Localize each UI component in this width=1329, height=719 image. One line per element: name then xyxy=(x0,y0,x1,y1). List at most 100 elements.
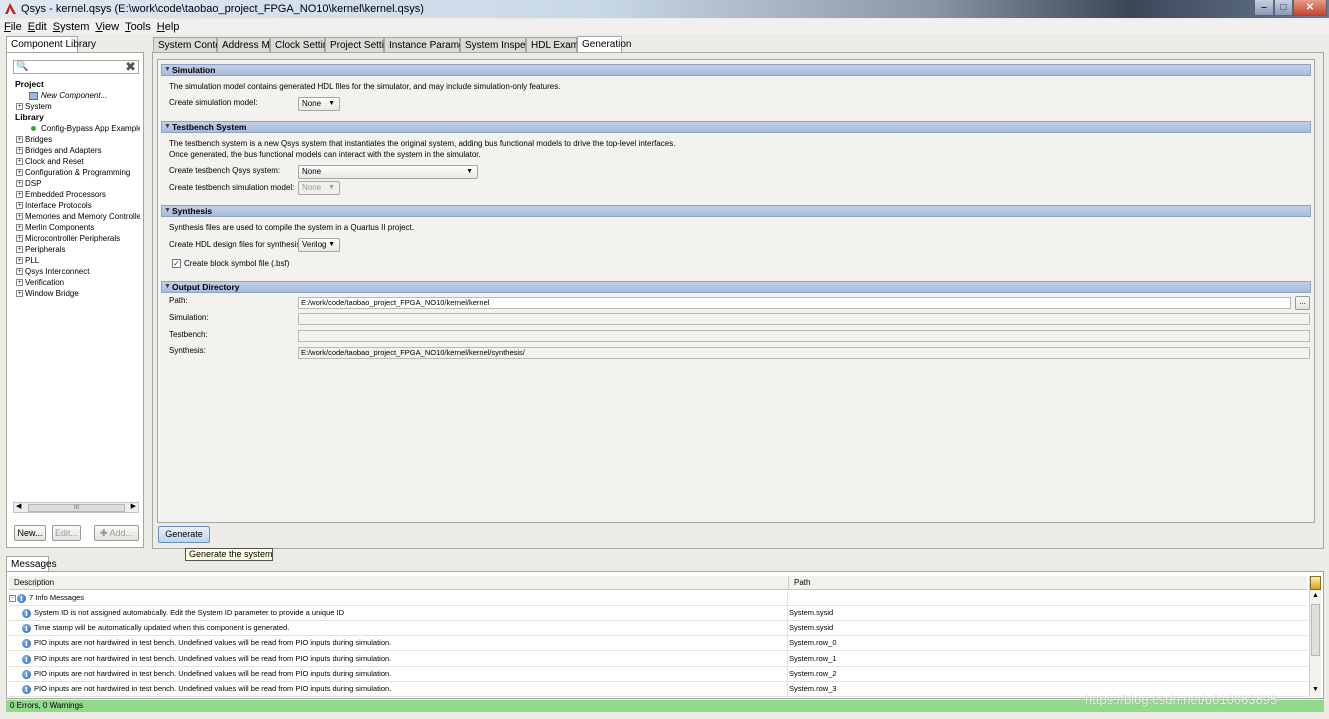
expand-icon[interactable]: + xyxy=(16,257,23,265)
add-icon: ✚ xyxy=(99,528,108,538)
tab-address-map[interactable]: Address Map xyxy=(217,37,281,53)
tree-item-window-bridge[interactable]: + Window Bridge xyxy=(16,288,79,299)
expand-icon[interactable]: + xyxy=(16,147,23,155)
scroll-up-icon[interactable]: ▲ xyxy=(1312,592,1319,599)
expand-icon[interactable]: + xyxy=(16,246,23,254)
scroll-right-icon[interactable]: ▶ xyxy=(131,502,136,510)
path-input[interactable]: E:/work/code/taobao_project_FPGA_NO10/ke… xyxy=(298,297,1291,309)
tab-instance-parameters[interactable]: Instance Parameters xyxy=(384,37,481,53)
minimize-button[interactable]: – xyxy=(1254,0,1274,16)
message-row[interactable]: i PIO inputs are not hardwired in test b… xyxy=(9,652,1307,667)
synthesis-hdl-select[interactable]: Verilog ▼ xyxy=(298,238,340,252)
section-simulation[interactable]: ▼ Simulation xyxy=(161,64,1311,76)
section-testbench-system[interactable]: ▼ Testbench System xyxy=(161,121,1311,133)
tree-item-peripherals[interactable]: + Peripherals xyxy=(16,244,65,255)
library-horizontal-scrollbar[interactable]: ◀ III ▶ xyxy=(13,502,139,513)
scroll-down-icon[interactable]: ▼ xyxy=(1312,686,1319,693)
tab-system-contents[interactable]: System Contents xyxy=(153,37,234,53)
message-row[interactable]: i PIO inputs are not hardwired in test b… xyxy=(9,667,1307,682)
tree-item-new-component[interactable]: New Component... xyxy=(29,90,107,101)
clear-search-icon[interactable]: ✖ xyxy=(125,59,136,75)
column-divider[interactable] xyxy=(788,576,789,590)
expand-icon[interactable]: + xyxy=(16,224,23,232)
tree-item-dsp[interactable]: + DSP xyxy=(16,178,41,189)
tree-item-interface-protocols[interactable]: + Interface Protocols xyxy=(16,200,92,211)
testbench-sim-model-label: Create testbench simulation model: xyxy=(169,183,295,192)
testbench-qsys-select[interactable]: None ▼ xyxy=(298,165,478,179)
library-search[interactable]: 🔍 ✖ xyxy=(13,59,139,75)
tree-item-configuration[interactable]: + Configuration & Programming xyxy=(16,167,130,178)
message-row[interactable]: i PIO inputs are not hardwired in test b… xyxy=(9,636,1307,651)
tree-item-bridges-adapters[interactable]: + Bridges and Adapters xyxy=(16,145,102,156)
tab-clock-settings[interactable]: Clock Settings xyxy=(270,37,339,53)
tab-generation[interactable]: Generation xyxy=(577,36,631,53)
message-row[interactable]: i Time stamp will be automatically updat… xyxy=(9,621,1307,636)
tree-item-bridges[interactable]: + Bridges xyxy=(16,134,52,145)
window-title: Qsys - kernel.qsys (E:\work\code\taobao_… xyxy=(21,3,424,15)
message-group-row[interactable]: - i 7 Info Messages xyxy=(9,591,1307,606)
expand-icon[interactable]: + xyxy=(16,279,23,287)
column-separator xyxy=(787,667,788,682)
testbench-sim-model-select[interactable]: None ▼ xyxy=(298,181,340,195)
scroll-left-icon[interactable]: ◀ xyxy=(16,502,21,510)
expand-icon[interactable]: + xyxy=(16,103,23,111)
collapse-group-icon[interactable]: - xyxy=(9,595,16,602)
column-separator xyxy=(787,636,788,651)
message-row[interactable]: i System ID is not assigned automaticall… xyxy=(9,606,1307,621)
bsf-checkbox[interactable]: ✓ xyxy=(172,259,181,268)
add-component-button[interactable]: ✚ Add... xyxy=(94,525,139,541)
edit-component-button[interactable]: Edit... xyxy=(52,525,81,541)
expand-icon[interactable]: + xyxy=(16,191,23,199)
section-output-directory[interactable]: ▼ Output Directory xyxy=(161,281,1311,293)
tab-system-inspector[interactable]: System Inspector xyxy=(460,37,542,53)
tree-item-clock-reset[interactable]: + Clock and Reset xyxy=(16,156,84,167)
column-chooser-icon[interactable] xyxy=(1310,576,1321,590)
tree-item-verification[interactable]: + Verification xyxy=(16,277,64,288)
tree-item-qsys-interconnect[interactable]: + Qsys Interconnect xyxy=(16,266,89,277)
tab-project-settings[interactable]: Project Settings xyxy=(325,37,400,53)
tree-item-embedded-processors[interactable]: + Embedded Processors xyxy=(16,189,106,200)
browse-path-button[interactable]: ... xyxy=(1295,296,1310,310)
collapse-icon: ▼ xyxy=(164,66,171,73)
menu-view[interactable]: View xyxy=(95,21,119,33)
tree-item-config-bypass[interactable]: Config-Bypass App Example xyxy=(31,123,140,134)
section-synthesis[interactable]: ▼ Synthesis xyxy=(161,205,1311,217)
expand-icon[interactable]: + xyxy=(16,180,23,188)
tree-item-microcontroller[interactable]: + Microcontroller Peripherals xyxy=(16,233,120,244)
messages-vertical-scrollbar[interactable]: ▲ ▼ xyxy=(1309,576,1321,697)
menu-help[interactable]: Help xyxy=(157,21,180,33)
new-component-button[interactable]: New... xyxy=(14,525,46,541)
expand-icon[interactable]: + xyxy=(16,290,23,298)
tab-hdl-example[interactable]: HDL Example xyxy=(526,37,592,53)
maximize-button[interactable]: □ xyxy=(1274,0,1293,16)
expand-icon[interactable]: + xyxy=(16,169,23,177)
generate-button[interactable]: Generate xyxy=(158,526,210,543)
expand-icon[interactable]: + xyxy=(16,136,23,144)
tree-item-merlin[interactable]: + Merlin Components xyxy=(16,222,94,233)
column-separator xyxy=(787,621,788,636)
library-tree: Project New Component... + System Library… xyxy=(13,77,140,501)
column-description[interactable]: Description xyxy=(14,578,54,587)
expand-icon[interactable]: + xyxy=(16,158,23,166)
tab-component-library[interactable]: Component Library xyxy=(6,36,96,53)
watermark: https://blog.csdn.net/u010063895 xyxy=(1085,692,1278,707)
menu-tools[interactable]: Tools xyxy=(125,21,151,33)
menu-file[interactable]: File xyxy=(4,21,22,33)
menu-system[interactable]: System xyxy=(53,21,90,33)
expand-icon[interactable]: + xyxy=(16,235,23,243)
menu-edit[interactable]: Edit xyxy=(28,21,47,33)
scrollbar-thumb[interactable]: III xyxy=(28,504,125,512)
expand-icon[interactable]: + xyxy=(16,268,23,276)
scrollbar-thumb[interactable] xyxy=(1311,604,1320,656)
expand-icon[interactable]: + xyxy=(16,213,23,221)
tree-item-system[interactable]: + System xyxy=(16,101,52,112)
simulation-model-select[interactable]: None ▼ xyxy=(298,97,340,111)
column-path[interactable]: Path xyxy=(794,578,810,587)
column-separator xyxy=(787,652,788,667)
tree-item-memories[interactable]: + Memories and Memory Controllers xyxy=(16,211,140,222)
close-button[interactable]: ✕ xyxy=(1293,0,1327,16)
expand-icon[interactable]: + xyxy=(16,202,23,210)
tree-item-pll[interactable]: + PLL xyxy=(16,255,39,266)
synthesis-hdl-label: Create HDL design files for synthesis: xyxy=(169,240,303,249)
testbench-dir-label: Testbench: xyxy=(169,330,208,339)
